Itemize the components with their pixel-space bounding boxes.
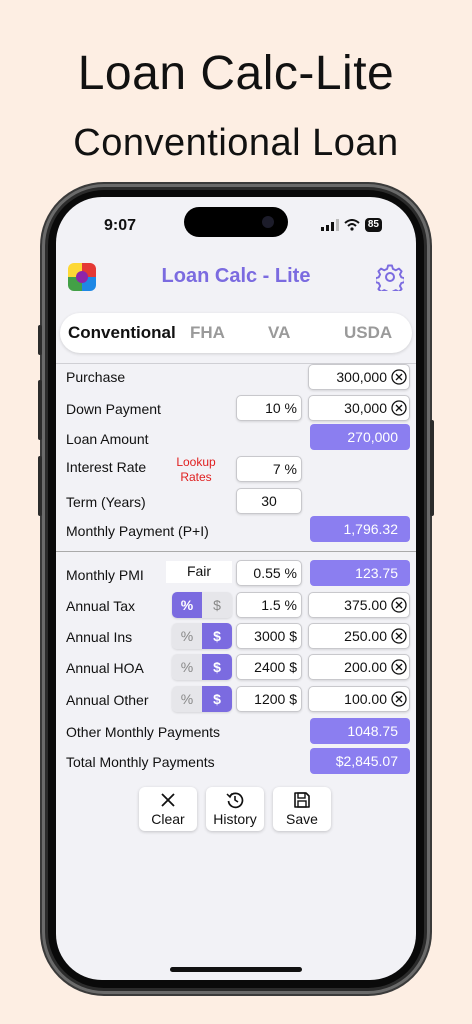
clear-button-label: Clear bbox=[151, 811, 185, 827]
tab-va[interactable]: VA bbox=[268, 323, 290, 343]
down-payment-label: Down Payment bbox=[66, 401, 161, 417]
wifi-icon bbox=[344, 219, 360, 231]
clear-purchase-icon[interactable] bbox=[391, 369, 407, 385]
save-button[interactable]: Save bbox=[273, 787, 331, 831]
close-icon bbox=[161, 793, 175, 807]
hoa-amount-value: 200.00 bbox=[344, 659, 387, 675]
lookup-rates-link[interactable]: Lookup Rates bbox=[168, 455, 224, 485]
term-label: Term (Years) bbox=[66, 494, 146, 510]
clear-hoa-icon[interactable] bbox=[391, 659, 407, 675]
tax-unit-toggle[interactable]: % $ bbox=[172, 592, 232, 618]
annual-tax-label: Annual Tax bbox=[66, 598, 136, 614]
clear-tax-icon[interactable] bbox=[391, 597, 407, 613]
other-amount-field[interactable]: 100.00 bbox=[308, 686, 410, 712]
app-header: Loan Calc - Lite bbox=[56, 261, 416, 301]
tax-input[interactable]: 1.5 % bbox=[236, 592, 302, 618]
home-indicator[interactable] bbox=[170, 967, 302, 972]
clear-down-payment-icon[interactable] bbox=[391, 400, 407, 416]
history-icon bbox=[226, 792, 244, 809]
other-monthly-label: Other Monthly Payments bbox=[66, 724, 221, 740]
purchase-input[interactable]: 300,000 bbox=[308, 364, 410, 390]
app-screen: 9:07 85 Loan Calc - Lite Conventional FH… bbox=[56, 197, 416, 980]
status-bar: 9:07 85 bbox=[56, 197, 416, 251]
tab-fha[interactable]: FHA bbox=[190, 323, 225, 343]
pmi-rate-input[interactable]: 0.55 % bbox=[236, 560, 302, 586]
hoa-dollar-option[interactable]: $ bbox=[202, 654, 232, 680]
tax-amount-value: 375.00 bbox=[344, 597, 387, 613]
dynamic-island bbox=[184, 207, 288, 237]
hoa-input[interactable]: 2400 $ bbox=[236, 654, 302, 680]
history-button-label: History bbox=[213, 811, 257, 827]
other-unit-toggle[interactable]: % $ bbox=[172, 686, 232, 712]
ins-amount-field[interactable]: 250.00 bbox=[308, 623, 410, 649]
down-payment-percent-input[interactable]: 10 % bbox=[236, 395, 302, 421]
ins-amount-value: 250.00 bbox=[344, 628, 387, 644]
history-button[interactable]: History bbox=[206, 787, 264, 831]
total-monthly-label: Total Monthly Payments bbox=[66, 754, 215, 770]
down-payment-input[interactable]: 30,000 bbox=[308, 395, 410, 421]
credit-rating-selector[interactable]: Fair bbox=[166, 561, 232, 583]
promo-title: Loan Calc-Lite bbox=[77, 47, 395, 100]
purchase-label: Purchase bbox=[66, 369, 126, 385]
interest-rate-input[interactable]: 7 % bbox=[236, 456, 302, 482]
hoa-amount-field[interactable]: 200.00 bbox=[308, 654, 410, 680]
clear-button[interactable]: Clear bbox=[139, 787, 197, 831]
other-percent-option[interactable]: % bbox=[172, 686, 202, 712]
tab-usda[interactable]: USDA bbox=[344, 323, 392, 343]
annual-other-label: Annual Other bbox=[66, 692, 149, 708]
other-monthly-result: 1048.75 bbox=[310, 718, 410, 744]
annual-hoa-label: Annual HOA bbox=[66, 660, 144, 676]
other-amount-value: 100.00 bbox=[344, 691, 387, 707]
ins-unit-toggle[interactable]: % $ bbox=[172, 623, 232, 649]
other-dollar-option[interactable]: $ bbox=[202, 686, 232, 712]
hoa-percent-option[interactable]: % bbox=[172, 654, 202, 680]
total-monthly-result: $2,845.07 bbox=[310, 748, 410, 774]
battery-icon: 85 bbox=[364, 218, 382, 232]
status-time: 9:07 bbox=[104, 217, 137, 234]
tax-percent-option[interactable]: % bbox=[172, 592, 202, 618]
interest-rate-label: Interest Rate bbox=[66, 459, 147, 475]
promo-subtitle: Conventional Loan bbox=[73, 122, 399, 164]
tax-amount-field[interactable]: 375.00 bbox=[308, 592, 410, 618]
signal-icon bbox=[320, 219, 339, 231]
app-title: Loan Calc - Lite bbox=[161, 265, 311, 287]
loan-type-tabs: Conventional FHA VA USDA bbox=[60, 313, 412, 353]
monthly-payment-label: Monthly Payment (P+I) bbox=[66, 523, 209, 539]
loan-amount-label: Loan Amount bbox=[66, 431, 149, 447]
term-input[interactable]: 30 bbox=[236, 488, 302, 514]
tax-dollar-option[interactable]: $ bbox=[202, 592, 232, 618]
other-input[interactable]: 1200 $ bbox=[236, 686, 302, 712]
annual-ins-label: Annual Ins bbox=[66, 629, 133, 645]
monthly-payment-result: 1,796.32 bbox=[310, 516, 410, 542]
ins-percent-option[interactable]: % bbox=[172, 623, 202, 649]
loan-amount-result: 270,000 bbox=[310, 424, 410, 450]
save-icon bbox=[294, 792, 310, 808]
tab-conventional[interactable]: Conventional bbox=[68, 323, 176, 343]
clear-ins-icon[interactable] bbox=[391, 628, 407, 644]
monthly-pmi-label: Monthly PMI bbox=[66, 567, 144, 583]
ins-input[interactable]: 3000 $ bbox=[236, 623, 302, 649]
hoa-unit-toggle[interactable]: % $ bbox=[172, 654, 232, 680]
purchase-value: 300,000 bbox=[336, 369, 387, 385]
gear-icon[interactable] bbox=[376, 263, 404, 291]
ins-dollar-option[interactable]: $ bbox=[202, 623, 232, 649]
clear-other-icon[interactable] bbox=[391, 691, 407, 707]
save-button-label: Save bbox=[286, 811, 318, 827]
pmi-result: 123.75 bbox=[310, 560, 410, 586]
down-payment-value: 30,000 bbox=[344, 400, 387, 416]
